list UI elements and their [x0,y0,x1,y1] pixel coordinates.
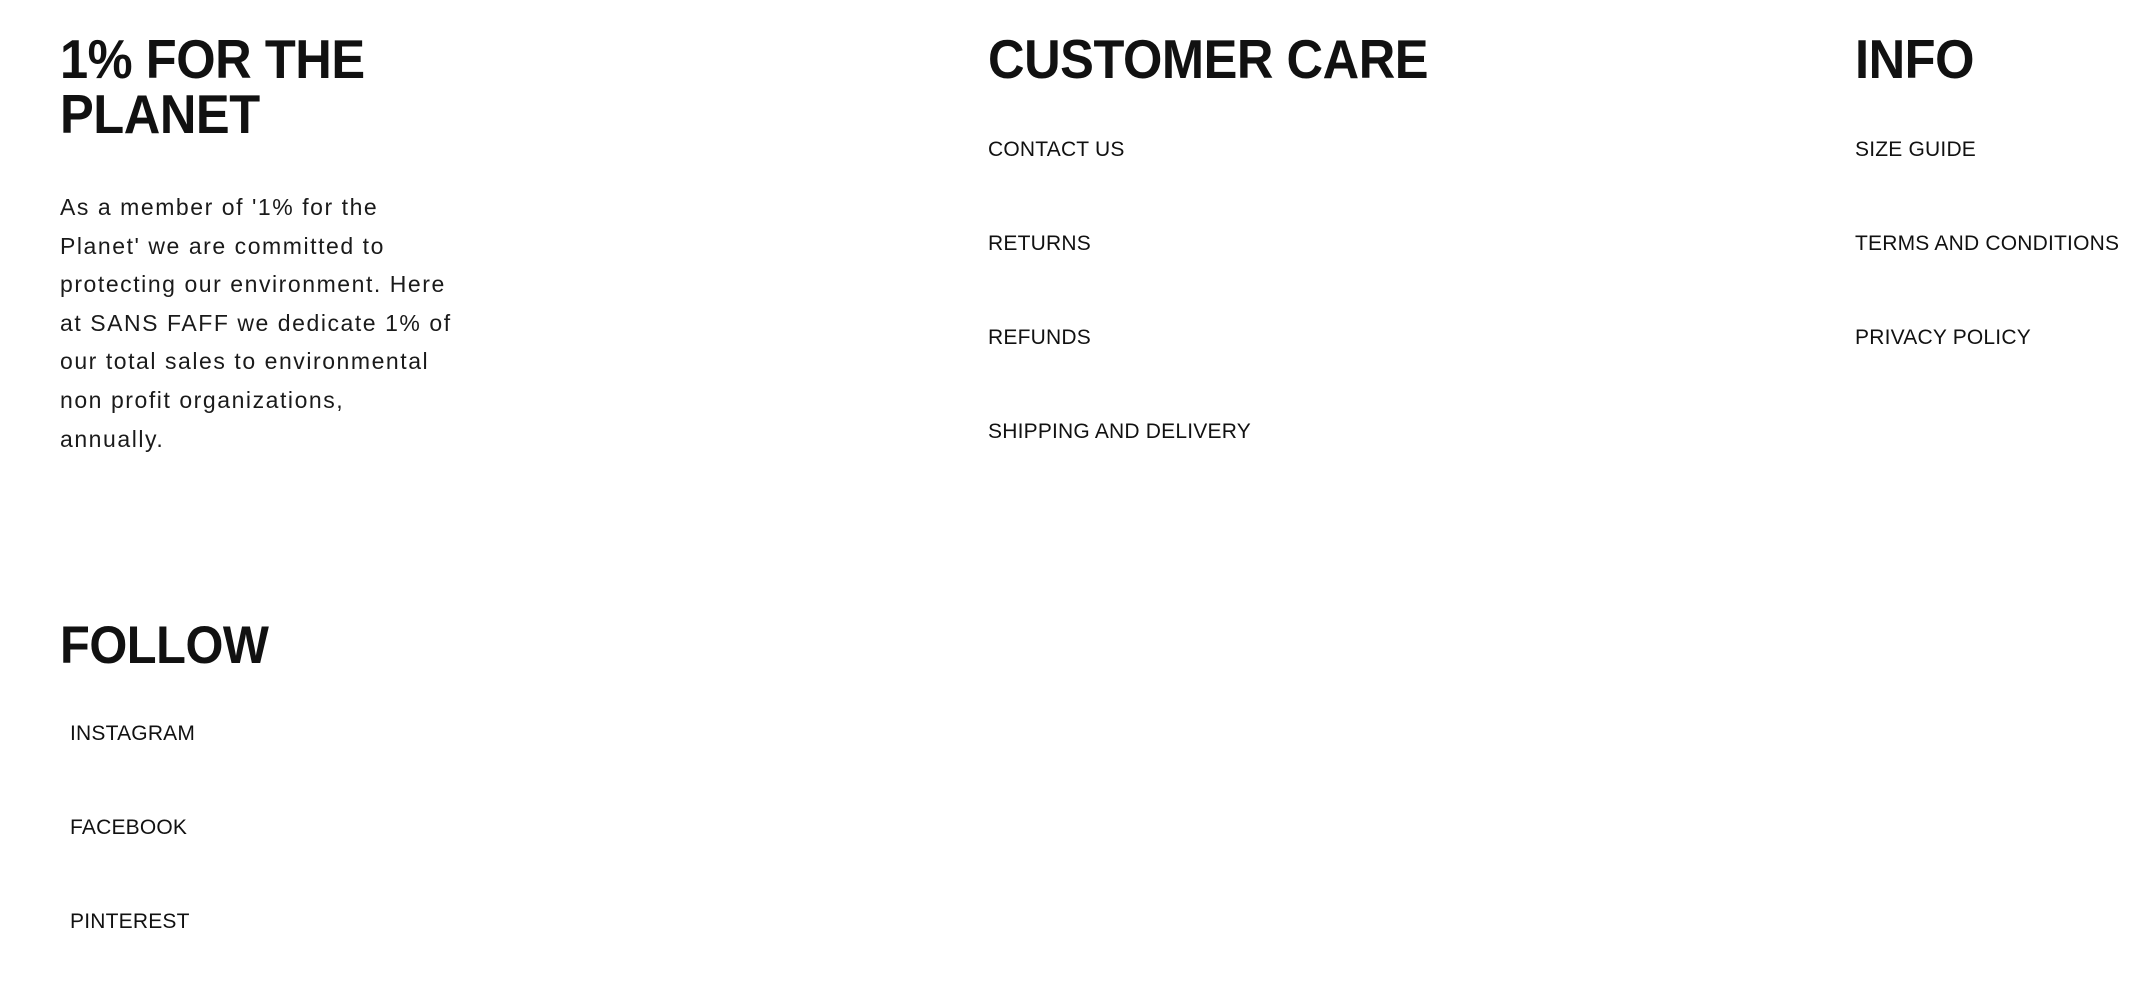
list-item: PRIVACY POLICY [1855,327,2145,421]
info-heading: INFO [1855,28,1975,90]
footer-column-customer-care: CUSTOMER CARE CONTACT US RETURNS REFUNDS… [988,28,1548,515]
info-link-size-guide[interactable]: SIZE GUIDE [1855,139,2145,160]
customer-care-link-refunds[interactable]: REFUNDS [988,327,1548,348]
list-item: TERMS AND CONDITIONS [1855,233,2145,327]
site-footer: 1% FOR THE PLANET As a member of '1% for… [0,0,2156,1000]
footer-column-follow: FOLLOW INSTAGRAM FACEBOOK PINTEREST [60,617,480,1000]
list-item: RETURNS [988,233,1548,327]
info-link-terms-and-conditions[interactable]: TERMS AND CONDITIONS [1855,233,2145,254]
follow-link-pinterest[interactable]: PINTEREST [70,911,480,932]
list-item: PINTEREST [70,911,480,1000]
customer-care-link-list: CONTACT US RETURNS REFUNDS SHIPPING AND … [988,139,1548,515]
follow-link-instagram[interactable]: INSTAGRAM [70,723,480,744]
follow-link-list: INSTAGRAM FACEBOOK PINTEREST [60,723,480,1000]
list-item: SIZE GUIDE [1855,139,2145,233]
customer-care-link-contact-us[interactable]: CONTACT US [988,139,1548,160]
list-item: SHIPPING AND DELIVERY [988,421,1548,515]
info-link-privacy-policy[interactable]: PRIVACY POLICY [1855,327,2145,348]
planet-description: As a member of '1% for the Planet' we ar… [60,194,452,452]
customer-care-heading: CUSTOMER CARE [988,28,1429,90]
list-item: REFUNDS [988,327,1548,421]
list-item: INSTAGRAM [70,723,480,817]
list-item: FACEBOOK [70,817,480,911]
follow-link-facebook[interactable]: FACEBOOK [70,817,480,838]
customer-care-link-returns[interactable]: RETURNS [988,233,1548,254]
list-item: CONTACT US [988,139,1548,233]
planet-heading: 1% FOR THE PLANET [60,28,365,145]
footer-column-info: INFO SIZE GUIDE TERMS AND CONDITIONS PRI… [1855,28,2145,421]
follow-heading: FOLLOW [60,616,269,675]
customer-care-link-shipping-and-delivery[interactable]: SHIPPING AND DELIVERY [988,421,1548,442]
info-link-list: SIZE GUIDE TERMS AND CONDITIONS PRIVACY … [1855,139,2145,421]
footer-column-planet: 1% FOR THE PLANET As a member of '1% for… [60,32,620,458]
